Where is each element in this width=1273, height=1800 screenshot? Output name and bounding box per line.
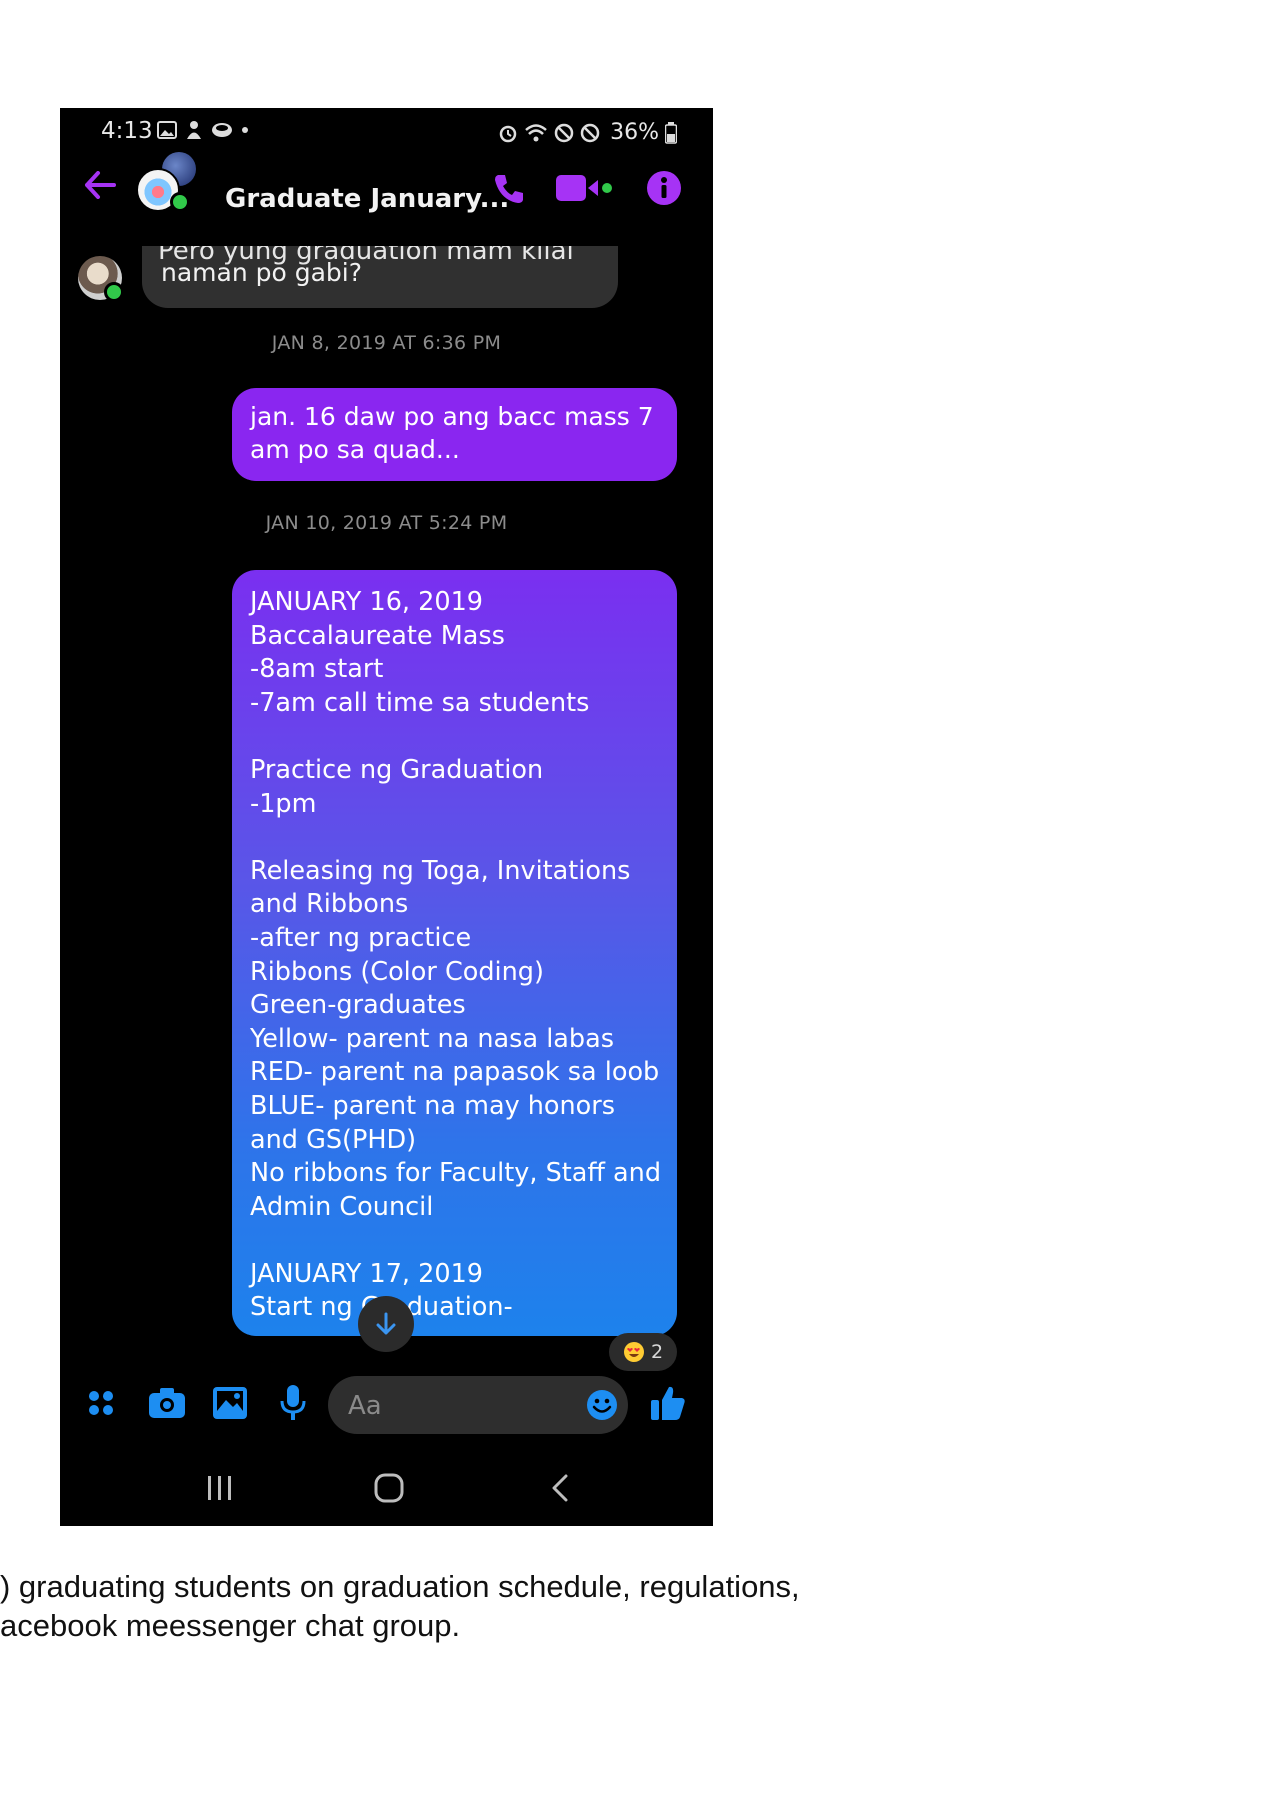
blocked-icon xyxy=(554,123,574,142)
message-composer[interactable] xyxy=(328,1376,628,1436)
incoming-message-text: naman po gabi? xyxy=(161,258,363,287)
status-time: 4:13 xyxy=(101,118,153,144)
messenger-screen: 4:13 36% Graduate January... Pero yung g… xyxy=(60,108,713,1526)
figure-caption: ) graduating students on graduation sche… xyxy=(0,1567,800,1645)
message-line: No ribbons for Faculty, Staff and xyxy=(250,1158,662,1189)
heart-eyes-emoji-icon xyxy=(623,1342,644,1362)
message-line: -after ng practice xyxy=(250,922,472,953)
message-line-gap xyxy=(250,821,659,855)
message-line: and Ribbons xyxy=(250,889,409,920)
scroll-down-icon xyxy=(376,1312,396,1335)
thumbs-up-icon[interactable] xyxy=(650,1384,686,1422)
online-dot xyxy=(170,192,190,212)
status-notification-icons xyxy=(157,120,249,140)
timestamp: JAN 8, 2019 AT 6:36 PM xyxy=(271,332,502,354)
message-line: Baccalaureate Mass xyxy=(250,620,505,651)
alarm-icon xyxy=(499,125,517,142)
gallery-icon[interactable] xyxy=(212,1386,248,1420)
battery-icon xyxy=(665,121,677,144)
message-line: JANUARY 16, 2019 xyxy=(250,587,484,617)
app-notification-icon xyxy=(187,121,201,139)
outgoing-schedule-message[interactable]: JANUARY 16, 2019 Baccalaureate Mass -8am s… xyxy=(232,570,677,1336)
wifi-icon xyxy=(525,123,547,141)
nav-back-icon[interactable] xyxy=(550,1474,570,1502)
message-line: -8am start xyxy=(250,654,384,685)
outgoing-message[interactable]: jan. 16 daw po ang bacc mass 7 am po sa … xyxy=(232,388,677,481)
message-line: Admin Council xyxy=(250,1191,434,1222)
phone-icon[interactable] xyxy=(492,172,526,206)
incoming-message[interactable]: Pero yung graduation mam kilai naman po … xyxy=(142,246,618,308)
online-dot xyxy=(104,282,124,302)
message-line: -7am call time sa students xyxy=(250,687,590,718)
microphone-icon[interactable] xyxy=(280,1384,306,1422)
caption-line: ) graduating students on graduation sche… xyxy=(0,1569,800,1604)
system-nav-bar xyxy=(60,1448,713,1526)
gallery-notification-icon xyxy=(157,121,177,139)
message-line: -1pm xyxy=(250,788,317,819)
app-notification-icon xyxy=(212,123,232,137)
battery-percent: 36% xyxy=(610,120,659,145)
caption-line: acebook meessenger chat group. xyxy=(0,1608,461,1643)
group-avatar[interactable] xyxy=(136,152,200,212)
recents-icon[interactable] xyxy=(205,1475,235,1501)
message-line: Ribbons (Color Coding) xyxy=(250,956,544,987)
timestamp: JAN 10, 2019 AT 5:24 PM xyxy=(265,512,508,534)
message-line: Start ng Graduation- xyxy=(250,1292,513,1323)
message-line: Green-graduates xyxy=(250,990,466,1021)
message-input[interactable] xyxy=(346,1376,570,1436)
menu-dots-icon[interactable] xyxy=(86,1388,116,1418)
message-line: and GS(PHD) xyxy=(250,1124,417,1155)
home-icon[interactable] xyxy=(374,1473,404,1503)
blocked-icon xyxy=(580,123,600,142)
info-icon[interactable] xyxy=(646,170,682,206)
message-line: Practice ng Graduation xyxy=(250,754,544,785)
message-line: RED- parent na papasok sa loob xyxy=(250,1057,660,1088)
emoji-icon[interactable] xyxy=(586,1389,618,1421)
status-system-icons: 36% xyxy=(498,120,677,145)
sender-avatar[interactable] xyxy=(78,256,124,302)
message-line: Releasing ng Toga, Invitations xyxy=(250,855,631,886)
scroll-down-button[interactable] xyxy=(358,1296,414,1352)
message-line: Yellow- parent na nasa labas xyxy=(250,1023,615,1054)
message-line-gap xyxy=(250,720,659,754)
message-line: BLUE- parent na may honors xyxy=(250,1090,616,1121)
camera-icon[interactable] xyxy=(148,1387,186,1419)
message-line: JANUARY 17, 2019 xyxy=(250,1258,484,1289)
reaction-badge[interactable]: 2 xyxy=(609,1333,677,1371)
back-arrow-icon[interactable] xyxy=(84,171,116,199)
reaction-count: 2 xyxy=(650,1341,664,1363)
message-line-gap xyxy=(250,1224,659,1258)
video-icon[interactable] xyxy=(556,173,614,203)
more-notifications-icon xyxy=(242,127,248,133)
conversation-title[interactable]: Graduate January... xyxy=(225,184,509,214)
